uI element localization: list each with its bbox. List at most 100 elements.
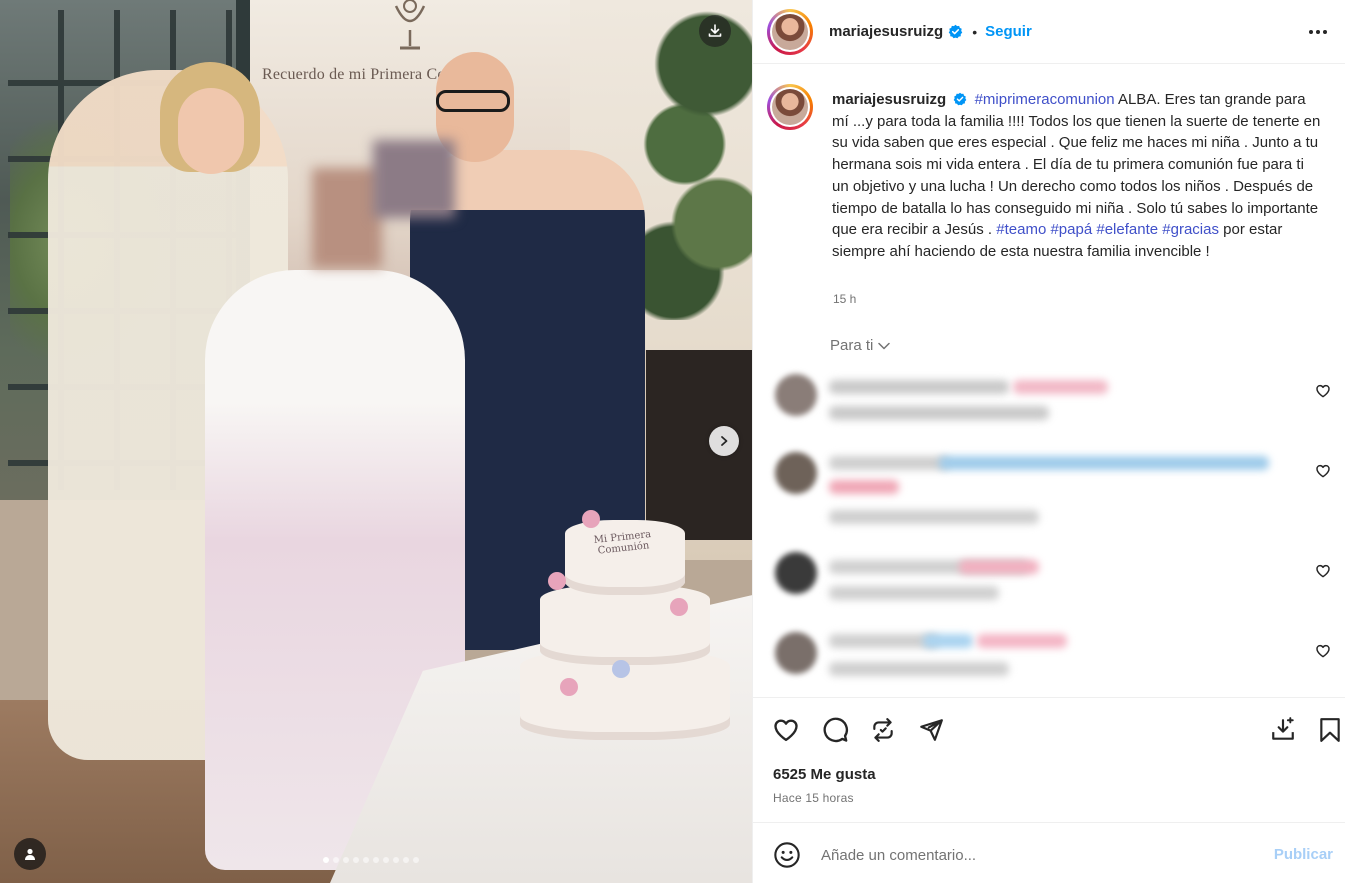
carousel-dot <box>343 857 349 863</box>
cake-tier <box>540 585 710 665</box>
comment-text-blurred <box>829 456 949 470</box>
hashtag-link[interactable]: #papá <box>1050 221 1092 238</box>
carousel-dot <box>413 857 419 863</box>
avatar-photo <box>772 89 808 125</box>
carousel-indicator <box>323 857 419 863</box>
comment-text-blurred <box>829 380 1009 394</box>
comment-bubble-icon <box>823 717 848 743</box>
post-header: mariajesusruizg • Seguir <box>753 0 1345 64</box>
chevron-right-icon <box>721 436 728 446</box>
post-actions: 6525 Me gusta Hace 15 horas Publicar <box>753 697 1345 883</box>
hashtag-link[interactable]: #elefante <box>1096 221 1158 238</box>
sugar-rose <box>548 572 566 590</box>
comment-avatar[interactable] <box>775 452 817 494</box>
save-button[interactable] <box>1315 715 1345 745</box>
comment-text-blurred <box>959 560 1039 574</box>
comment-text-blurred <box>829 586 999 600</box>
carousel-dot <box>323 857 329 863</box>
carousel-dot <box>373 857 379 863</box>
blurred-face <box>373 140 455 218</box>
emoji-button[interactable] <box>773 841 801 869</box>
emoji-smile-icon <box>774 842 800 868</box>
comment-text-blurred <box>829 480 899 494</box>
person-tag-icon <box>25 848 35 860</box>
caption-text: mariajesusruizg #miprimeracomunion ALBA.… <box>832 89 1322 263</box>
sugar-rose <box>612 660 630 678</box>
separator-dot: • <box>972 23 978 40</box>
comment-like-heart-icon[interactable] <box>1315 383 1331 399</box>
carousel-dot <box>353 857 359 863</box>
send-icon <box>920 719 943 741</box>
share-button[interactable] <box>916 715 946 745</box>
caption-username[interactable]: mariajesusruizg <box>832 91 946 108</box>
carousel-dot <box>383 857 389 863</box>
comment-avatar[interactable] <box>775 552 817 594</box>
carousel-dot <box>393 857 399 863</box>
caption-avatar[interactable] <box>767 84 813 130</box>
comment-text-blurred <box>977 634 1067 648</box>
verified-badge-icon <box>954 92 967 106</box>
comment-like-heart-icon[interactable] <box>1315 463 1331 479</box>
more-horizontal-icon <box>1309 30 1327 34</box>
post-time-ago: Hace 15 horas <box>773 791 854 805</box>
comment-like-heart-icon[interactable] <box>1315 643 1331 659</box>
verified-badge-icon <box>948 24 963 39</box>
hashtag-link[interactable]: #teamo <box>996 221 1046 238</box>
caption-timestamp[interactable]: 15 h <box>833 292 856 306</box>
comment-avatar[interactable] <box>775 632 817 674</box>
add-comment-bar: Publicar <box>753 822 1345 883</box>
download-button-secondary[interactable] <box>1268 715 1298 745</box>
blurred-face <box>312 168 382 268</box>
communion-cake: Mi Primera Comunión <box>520 510 730 740</box>
comment-text-blurred <box>923 634 973 648</box>
avatar-photo <box>772 13 808 50</box>
repost-button[interactable] <box>868 715 898 745</box>
flower-garland <box>640 0 752 320</box>
chevron-down-icon <box>878 342 891 349</box>
caption-text-segment: ALBA. Eres tan grande para mí ...y para … <box>832 91 1321 239</box>
next-slide-button[interactable] <box>709 426 739 456</box>
woman-face <box>178 88 244 174</box>
repost-icon <box>873 718 893 742</box>
post-photo: Recuerdo de mi Primera Comunión Mi Prime… <box>0 0 752 883</box>
comment-text-blurred <box>1013 380 1108 394</box>
more-options-button[interactable] <box>1306 20 1330 44</box>
carousel-dot <box>363 857 369 863</box>
sugar-rose <box>560 678 578 696</box>
tagged-people-button[interactable] <box>14 838 46 870</box>
comment-avatar[interactable] <box>775 374 817 416</box>
caption: mariajesusruizg #miprimeracomunion ALBA.… <box>753 64 1345 364</box>
sugar-rose <box>582 510 600 528</box>
avatar-inner <box>770 11 810 52</box>
comment-input[interactable] <box>821 841 1251 869</box>
caption-body: #miprimeracomunion ALBA. Eres tan grande… <box>832 91 1320 260</box>
publish-button[interactable]: Publicar <box>1274 846 1333 863</box>
comment-filter-dropdown[interactable]: Para ti <box>830 337 891 354</box>
hashtag-link[interactable]: #gracias <box>1162 221 1219 238</box>
sugar-rose <box>670 598 688 616</box>
hashtag-link[interactable]: #miprimeracomunion <box>975 91 1115 108</box>
follow-button[interactable]: Seguir <box>985 23 1032 40</box>
carousel-dot <box>333 857 339 863</box>
comment-button[interactable] <box>820 715 850 745</box>
comments-list <box>763 372 1343 687</box>
heart-icon <box>774 719 798 742</box>
likes-count[interactable]: 6525 Me gusta <box>773 766 876 783</box>
chalice-icon <box>394 0 426 50</box>
download-tray-icon <box>1272 717 1294 740</box>
comment-filter-label: Para ti <box>830 337 874 354</box>
comment-text-blurred <box>829 406 1049 420</box>
comment-text-blurred <box>829 662 1009 676</box>
comment-text-blurred <box>939 456 1269 470</box>
download-icon <box>708 24 722 37</box>
comment-like-heart-icon[interactable] <box>1315 563 1331 579</box>
post-details-panel: mariajesusruizg • Seguir mariajesusruizg… <box>752 0 1345 883</box>
avatar[interactable] <box>767 8 813 55</box>
avatar-inner <box>770 87 810 127</box>
post-media-carousel[interactable]: Recuerdo de mi Primera Comunión Mi Prime… <box>0 0 752 883</box>
like-button[interactable] <box>771 715 801 745</box>
header-username[interactable]: mariajesusruizg <box>829 23 943 40</box>
glasses <box>436 90 510 112</box>
bookmark-icon <box>1320 718 1340 742</box>
download-button[interactable] <box>699 15 731 47</box>
